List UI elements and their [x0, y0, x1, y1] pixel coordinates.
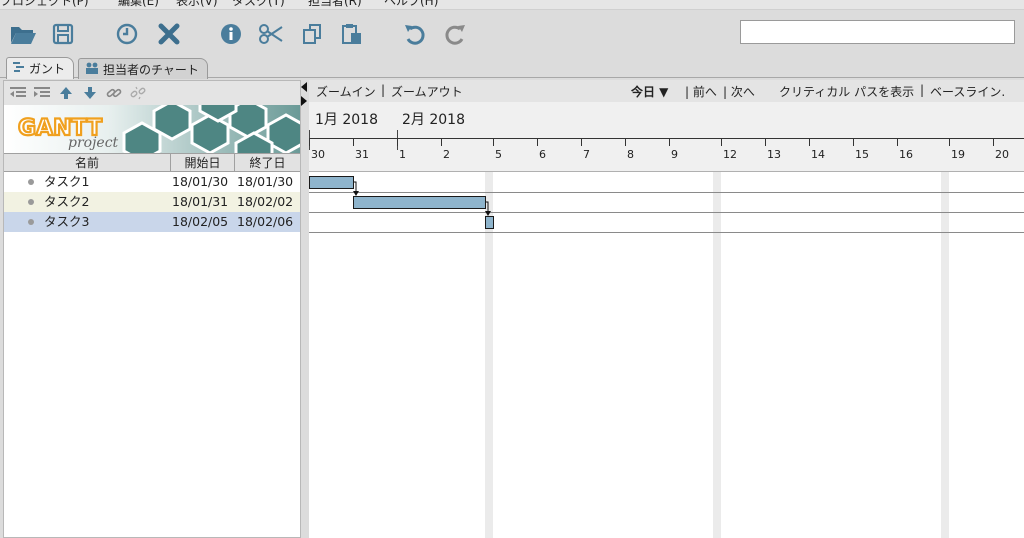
task-tree-toolbar [4, 81, 300, 105]
menu-edit[interactable]: 編集(E) [118, 0, 159, 9]
tab-resource-chart[interactable]: 担当者のチャート [78, 58, 208, 79]
search-input[interactable] [740, 20, 1015, 44]
panel-splitter[interactable] [301, 80, 309, 538]
undo-icon[interactable] [400, 20, 430, 48]
day-label: 12 [723, 148, 737, 161]
delete-icon[interactable] [154, 20, 184, 48]
open-folder-icon[interactable] [8, 20, 38, 48]
zoom-in-link[interactable]: ズームイン [316, 83, 376, 100]
task-bar-2[interactable] [353, 196, 486, 209]
redo-icon[interactable] [440, 20, 470, 48]
next-link[interactable]: | 次へ [723, 83, 755, 100]
task-end-date: 18/02/02 [237, 194, 294, 209]
day-label: 13 [767, 148, 781, 161]
gantt-chart-area: 1月 2018 2月 2018 30 31 1 2 5 6 7 8 9 12 13 14 15 16 19 20 … [309, 80, 1024, 538]
tab-gantt-label: ガント [29, 62, 66, 76]
day-label: 19 [951, 148, 965, 161]
unindent-icon[interactable] [10, 85, 26, 101]
gantt-tab-icon [13, 61, 25, 76]
task-start-date: 18/01/31 [172, 194, 229, 209]
day-label: 9 [671, 148, 678, 161]
menu-help[interactable]: ヘルプ(H) [384, 0, 438, 9]
task-row[interactable]: タスク3 18/02/05 18/02/06 [4, 212, 300, 232]
task-row[interactable]: タスク2 18/01/31 18/02/02 [4, 192, 300, 212]
month-label: 2月 2018 [402, 112, 465, 128]
task-name: タスク3 [44, 214, 90, 229]
col-name[interactable]: 名前 [4, 154, 171, 172]
view-tabs: ガント 担当者のチャート [0, 56, 1024, 79]
menu-task[interactable]: タスク(T) [232, 0, 285, 9]
task-name: タスク2 [44, 194, 90, 209]
menu-view[interactable]: 表示(V) [176, 0, 218, 9]
task-bar-1[interactable] [309, 176, 354, 189]
day-label: 5 [495, 148, 502, 161]
task-end-date: 18/02/06 [237, 214, 294, 229]
day-label: 20 [995, 148, 1009, 161]
month-label: 1月 2018 [315, 112, 378, 128]
day-label: 8 [627, 148, 634, 161]
save-icon[interactable] [48, 20, 78, 48]
prev-link[interactable]: | 前へ [685, 83, 717, 100]
move-up-icon[interactable] [58, 85, 74, 101]
dependency-arrowhead [353, 191, 359, 196]
info-icon[interactable] [216, 20, 246, 48]
day-label: 31 [355, 148, 369, 161]
today-dropdown[interactable]: 今日 ▼ [631, 83, 668, 100]
zoom-out-link[interactable]: ズームアウト [391, 83, 463, 100]
ganttproject-logo: GANTT project [4, 105, 300, 153]
day-label: 6 [539, 148, 546, 161]
menu-project[interactable]: プロジェクト(P) [0, 0, 89, 9]
col-start-date[interactable]: 開始日 [171, 154, 235, 172]
toolbar [0, 10, 1024, 56]
link-icon[interactable] [106, 85, 122, 101]
col-end-date[interactable]: 終了日 [235, 154, 300, 172]
chart-toolbar: ズームイン | ズームアウト 今日 ▼ | 前へ | 次へ クリティカル パスを… [309, 80, 1024, 102]
indent-icon[interactable] [34, 85, 50, 101]
move-down-icon[interactable] [82, 85, 98, 101]
day-label: 15 [855, 148, 869, 161]
day-label: 1 [399, 148, 406, 161]
task-start-date: 18/01/30 [172, 174, 229, 189]
tab-resource-chart-label: 担当者のチャート [103, 62, 199, 77]
day-label: 16 [899, 148, 913, 161]
task-tree-panel: GANTT project 名前 開始日 終了日 タスク1 18/01/30 18/… [3, 80, 301, 538]
logo-sub-text: project [68, 135, 119, 151]
day-label: 2 [443, 148, 450, 161]
history-icon[interactable] [112, 20, 142, 48]
baseline-link[interactable]: ベースライン. [930, 83, 1005, 100]
weekend-column [941, 172, 949, 538]
zoom-separator: | [381, 83, 386, 97]
unlink-icon[interactable] [130, 85, 146, 101]
paste-icon[interactable] [337, 20, 367, 48]
task-bullet-icon [28, 179, 34, 185]
critical-path-link[interactable]: クリティカル パスを表示 [779, 83, 914, 100]
task-start-date: 18/02/05 [172, 214, 229, 229]
cut-icon[interactable] [256, 20, 286, 48]
critical-separator: | [920, 83, 925, 97]
resource-tab-icon [85, 62, 99, 77]
gantt-chart-canvas[interactable]: 1月 2018 2月 201830 31 1 2 5 6 7 8 9 12 13 14 15 16 19 20 [309, 80, 1024, 538]
task-bar-3[interactable] [485, 216, 494, 229]
day-label: 7 [583, 148, 590, 161]
weekend-column [713, 172, 721, 538]
day-label: 30 [311, 148, 325, 161]
task-bullet-icon [28, 219, 34, 225]
menubar: プロジェクト(P) 編集(E) 表示(V) タスク(T) 担当者(R) ヘルプ(… [0, 0, 1024, 10]
task-end-date: 18/01/30 [237, 174, 294, 189]
task-name: タスク1 [44, 174, 90, 189]
day-label: 14 [811, 148, 825, 161]
copy-icon[interactable] [298, 20, 328, 48]
tab-gantt[interactable]: ガント [6, 57, 75, 79]
task-table-header: 名前 開始日 終了日 [4, 153, 300, 172]
task-row[interactable]: タスク1 18/01/30 18/01/30 [4, 172, 300, 192]
menu-resource[interactable]: 担当者(R) [308, 0, 362, 9]
task-bullet-icon [28, 199, 34, 205]
